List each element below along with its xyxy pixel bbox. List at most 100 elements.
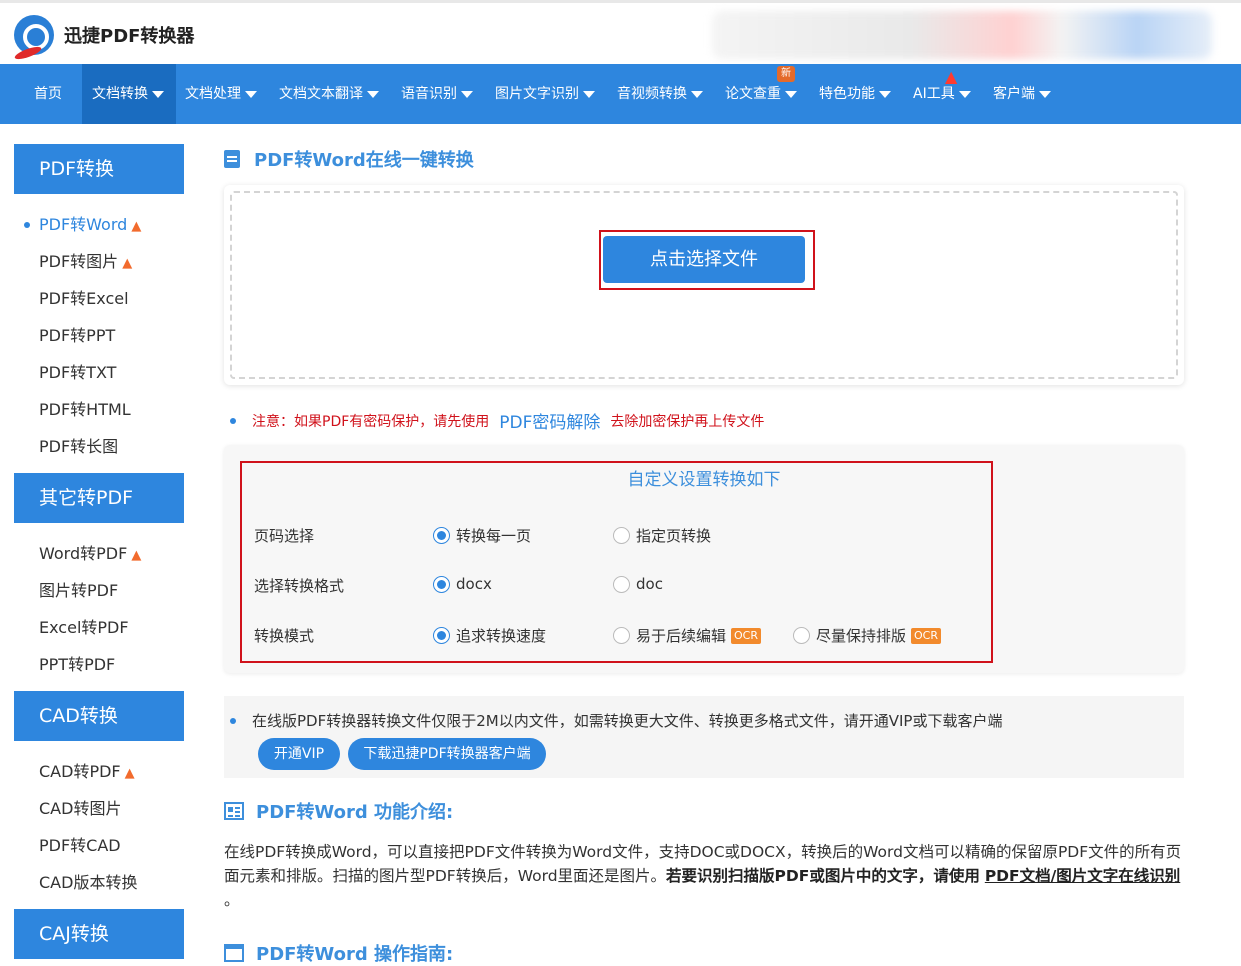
sidebar-item-label: Excel转PDF bbox=[39, 618, 129, 637]
radio-speed-mode[interactable]: 追求转换速度 bbox=[433, 625, 546, 646]
page-title-text: PDF转Word在线一键转换 bbox=[254, 150, 474, 171]
size-limit-panel: 在线版PDF转换器转换文件仅限于2M以内文件，如需转换更大文件、转换更多格式文件… bbox=[224, 696, 1184, 778]
limit-text: 在线版PDF转换器转换文件仅限于2M以内文件，如需转换更大文件、转换更多格式文件… bbox=[252, 712, 1003, 730]
document-icon bbox=[224, 150, 240, 168]
sidebar-item-pdf-to-excel[interactable]: PDF转Excel bbox=[14, 280, 184, 317]
sidebar-item-cad-to-pdf[interactable]: CAD转PDF ▲ bbox=[14, 753, 184, 790]
sidebar-group-title[interactable]: 其它转PDF bbox=[14, 473, 184, 523]
chevron-down-icon bbox=[691, 90, 703, 98]
nav-label: 客户端 bbox=[993, 86, 1035, 102]
radio-specific-pages[interactable]: 指定页转换 bbox=[613, 525, 711, 546]
sidebar-group-list: CAD转PDF ▲ CAD转图片 PDF转CAD CAD版本转换 bbox=[14, 741, 184, 909]
radio-icon bbox=[613, 575, 630, 593]
radio-edit-mode[interactable]: 易于后续编辑 OCR bbox=[613, 625, 761, 646]
sidebar-item-word-to-pdf[interactable]: Word转PDF ▲ bbox=[14, 535, 184, 572]
chevron-down-icon bbox=[461, 90, 473, 98]
sidebar-item-excel-to-pdf[interactable]: Excel转PDF bbox=[14, 609, 184, 646]
sidebar-group-title[interactable]: PDF转换 bbox=[14, 144, 184, 194]
upload-area[interactable]: 点击选择文件 bbox=[224, 185, 1184, 385]
logo[interactable]: 迅捷PDF转换器 bbox=[14, 15, 194, 55]
sidebar-item-label: PDF转PPT bbox=[39, 326, 116, 345]
settings-title: 自定义设置转换如下 bbox=[627, 470, 781, 490]
sidebar-item-pdf-to-txt[interactable]: PDF转TXT bbox=[14, 354, 184, 391]
sidebar-item-pdf-to-word[interactable]: PDF转Word ▲ bbox=[14, 206, 184, 243]
radio-all-pages[interactable]: 转换每一页 bbox=[433, 525, 531, 546]
nav-doc-convert[interactable]: 文档转换 bbox=[82, 64, 176, 124]
option-label: 易于后续编辑 bbox=[636, 627, 727, 645]
pdf-unlock-link[interactable]: PDF密码解除 bbox=[499, 408, 600, 433]
fire-icon: ▲ bbox=[131, 548, 142, 563]
open-vip-button[interactable]: 开通VIP bbox=[258, 738, 340, 770]
guide-heading: PDF转Word 操作指南: bbox=[224, 940, 453, 966]
chevron-down-icon bbox=[785, 90, 797, 98]
chevron-down-icon bbox=[245, 90, 257, 98]
intro-bold-text: 若要识别扫描版PDF或图片中的文字，请使用 bbox=[666, 867, 980, 885]
nav-home[interactable]: 首页 bbox=[24, 64, 72, 124]
radio-checked-icon bbox=[433, 527, 450, 544]
ocr-badge: OCR bbox=[731, 627, 761, 644]
nav-label: 特色功能 bbox=[819, 86, 875, 102]
radio-layout-mode[interactable]: 尽量保持排版 OCR bbox=[793, 625, 941, 646]
option-label: 追求转换速度 bbox=[456, 627, 547, 645]
notice-suffix: 去除加密保护再上传文件 bbox=[610, 413, 765, 430]
sidebar-item-pdf-to-long-image[interactable]: PDF转长图 bbox=[14, 428, 184, 465]
nav-ai-tools[interactable]: AI工具 ▲ bbox=[903, 64, 981, 124]
sidebar-item-label: CAD版本转换 bbox=[39, 873, 138, 892]
mode-select-label: 转换模式 bbox=[254, 627, 315, 645]
fire-icon: ▲ bbox=[945, 67, 958, 86]
radio-icon bbox=[613, 527, 630, 544]
chevron-down-icon bbox=[958, 90, 971, 98]
nav-paper-check[interactable]: 论文查重 新 bbox=[715, 64, 807, 124]
bullet-icon bbox=[230, 717, 236, 724]
option-label: 指定页转换 bbox=[636, 527, 712, 545]
nav-features[interactable]: 特色功能 bbox=[809, 64, 901, 124]
sidebar-item-label: PPT转PDF bbox=[39, 655, 116, 674]
radio-icon bbox=[613, 627, 630, 644]
nav-label: 音视频转换 bbox=[617, 86, 687, 102]
ocr-link[interactable]: PDF文档/图片文字在线识别 bbox=[985, 867, 1180, 885]
sidebar-item-pdf-to-ppt[interactable]: PDF转PPT bbox=[14, 317, 184, 354]
sidebar-item-ppt-to-pdf[interactable]: PPT转PDF bbox=[14, 646, 184, 683]
nav-translate[interactable]: 文档文本翻译 bbox=[269, 64, 389, 124]
nav-doc-process[interactable]: 文档处理 bbox=[175, 64, 267, 124]
nav-label: 文档转换 bbox=[92, 86, 148, 102]
nav-label: 首页 bbox=[34, 86, 62, 102]
size-limit-text: 在线版PDF转换器转换文件仅限于2M以内文件，如需转换更大文件、转换更多格式文件… bbox=[230, 710, 1002, 731]
sidebar-item-label: 图片转PDF bbox=[39, 581, 119, 600]
chevron-down-icon bbox=[1039, 90, 1051, 98]
sidebar-item-label: PDF转Excel bbox=[39, 289, 129, 308]
choose-file-button[interactable]: 点击选择文件 bbox=[603, 236, 805, 283]
radio-doc[interactable]: doc bbox=[613, 575, 663, 593]
nav-av-convert[interactable]: 音视频转换 bbox=[607, 64, 713, 124]
fire-icon: ▲ bbox=[131, 219, 142, 234]
sidebar-group-title[interactable]: CAD转换 bbox=[14, 691, 184, 741]
bullet-icon bbox=[230, 417, 236, 424]
sidebar-group-list: Word转PDF ▲ 图片转PDF Excel转PDF PPT转PDF bbox=[14, 523, 184, 691]
radio-icon bbox=[793, 627, 810, 644]
sidebar-item-cad-to-image[interactable]: CAD转图片 bbox=[14, 790, 184, 827]
nav-ocr[interactable]: 图片文字识别 bbox=[485, 64, 605, 124]
sidebar-item-image-to-pdf[interactable]: 图片转PDF bbox=[14, 572, 184, 609]
radio-checked-icon bbox=[433, 575, 450, 593]
page-select-label: 页码选择 bbox=[254, 527, 315, 545]
password-notice: 注意：如果PDF有密码保护，请先使用 PDF密码解除 去除加密保护再上传文件 bbox=[230, 408, 764, 433]
sidebar-item-cad-version[interactable]: CAD版本转换 bbox=[14, 864, 184, 901]
fire-icon: ▲ bbox=[122, 256, 133, 271]
sidebar-item-label: PDF转CAD bbox=[39, 836, 121, 855]
sidebar: PDF转换 PDF转Word ▲ PDF转图片 ▲ PDF转Excel PDF转PP… bbox=[14, 144, 184, 959]
logo-icon bbox=[14, 15, 54, 55]
radio-docx[interactable]: docx bbox=[433, 575, 492, 593]
sidebar-item-label: Word转PDF bbox=[39, 544, 128, 563]
sidebar-item-label: CAD转PDF bbox=[39, 762, 121, 781]
nav-client[interactable]: 客户端 bbox=[983, 64, 1061, 124]
new-badge: 新 bbox=[777, 66, 795, 82]
sidebar-group-title[interactable]: CAJ转换 bbox=[14, 909, 184, 959]
sidebar-item-pdf-to-cad[interactable]: PDF转CAD bbox=[14, 827, 184, 864]
nav-speech[interactable]: 语音识别 bbox=[391, 64, 483, 124]
sidebar-item-pdf-to-html[interactable]: PDF转HTML bbox=[14, 391, 184, 428]
sidebar-item-label: PDF转Word bbox=[39, 215, 128, 234]
download-client-button[interactable]: 下载迅捷PDF转换器客户端 bbox=[348, 738, 546, 770]
sidebar-item-label: PDF转图片 bbox=[39, 252, 119, 271]
intro-paragraph: 在线PDF转换成Word，可以直接把PDF文件转换为Word文件，支持DOC或D… bbox=[224, 840, 1184, 912]
sidebar-item-pdf-to-image[interactable]: PDF转图片 ▲ bbox=[14, 243, 184, 280]
